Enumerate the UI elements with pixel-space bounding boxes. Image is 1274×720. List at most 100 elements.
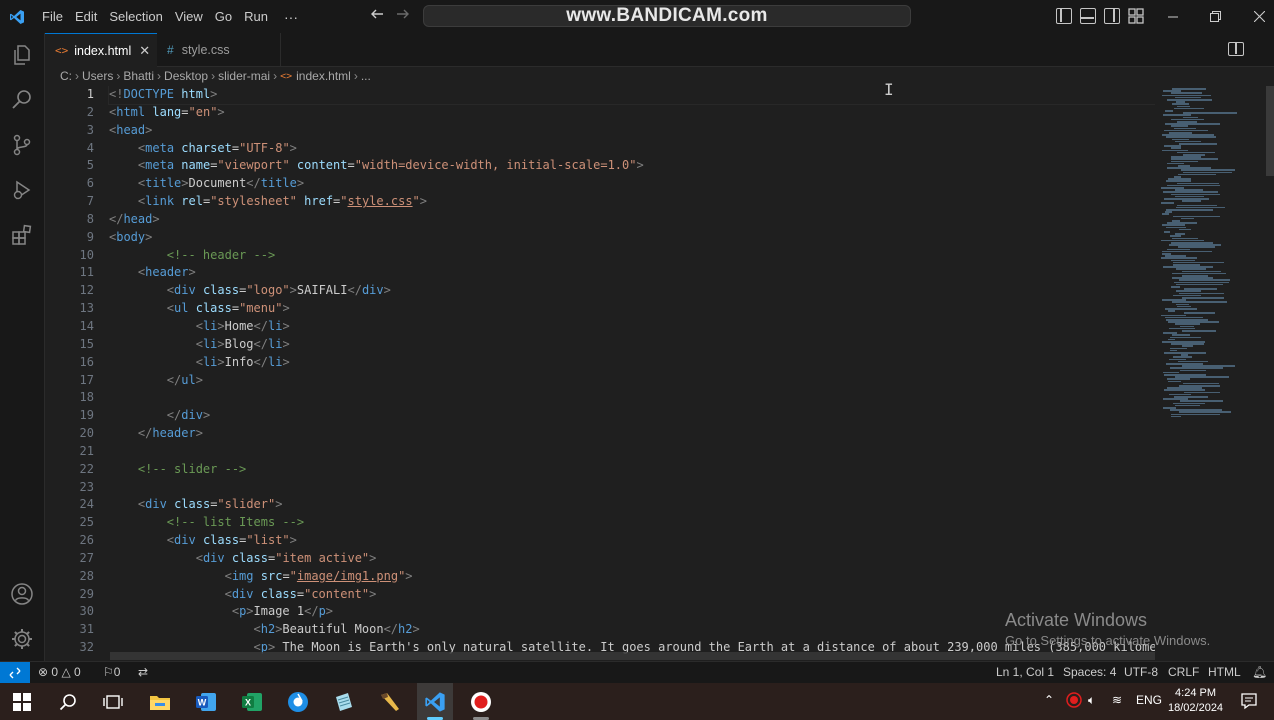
code-line[interactable]: <div class="list"> — [109, 532, 1155, 550]
settings-gear-icon[interactable] — [10, 627, 34, 651]
code-line[interactable] — [109, 389, 1155, 407]
tab-style-css[interactable]: # style.css — [157, 33, 281, 67]
code-line[interactable]: <li>Blog</li> — [109, 336, 1155, 354]
breadcrumb-item[interactable]: C: — [60, 69, 72, 83]
remote-indicator-icon[interactable] — [0, 662, 30, 684]
code-content[interactable]: <!DOCTYPE html> <html lang="en"> <head> … — [108, 86, 1155, 657]
vscode-taskbar-icon[interactable] — [423, 690, 447, 714]
menu-go[interactable]: Go — [209, 0, 238, 33]
code-line[interactable]: <meta charset="UTF-8"> — [109, 140, 1155, 158]
breadcrumb-item[interactable]: Desktop — [164, 69, 208, 83]
code-line[interactable]: <div class="item active"> — [109, 550, 1155, 568]
minimize-icon[interactable] — [1150, 0, 1196, 33]
code-line[interactable]: </header> — [109, 425, 1155, 443]
code-line[interactable]: </div> — [109, 407, 1155, 425]
code-editor[interactable]: 1 2 3 4 5 6 7 8 9 10 11 12 13 14 15 16 17 18 19 20 21 22 23 24 2… — [45, 86, 1155, 661]
code-line[interactable]: <p>Image 1</p> — [109, 603, 1155, 621]
arrow-right-icon[interactable] — [396, 7, 410, 26]
wifi-icon[interactable]: ≋ — [1112, 693, 1122, 707]
source-control-icon[interactable] — [10, 133, 34, 157]
code-line[interactable]: <!-- header --> — [109, 247, 1155, 265]
live-share-icon[interactable]: ⇄ — [138, 665, 148, 679]
language-indicator[interactable]: ENG — [1136, 693, 1162, 707]
code-line[interactable]: <head> — [109, 122, 1155, 140]
code-line[interactable]: <body> — [109, 229, 1155, 247]
menu-file[interactable]: File — [36, 0, 69, 33]
menu-run[interactable]: Run — [238, 0, 274, 33]
code-line[interactable]: <!-- slider --> — [109, 461, 1155, 479]
word-icon[interactable]: W — [194, 690, 218, 714]
toggle-panel-icon[interactable] — [1080, 8, 1096, 24]
code-line[interactable]: <div class="content"> — [109, 586, 1155, 604]
code-line[interactable]: <title>Document</title> — [109, 175, 1155, 193]
breadcrumb-item[interactable]: Users — [82, 69, 113, 83]
code-line[interactable]: <!DOCTYPE html> — [108, 86, 1155, 105]
ports-status[interactable]: ⚐0 — [103, 665, 120, 679]
code-line[interactable]: <link rel="stylesheet" href="style.css"> — [109, 193, 1155, 211]
account-icon[interactable] — [10, 582, 34, 606]
code-line[interactable]: <ul class="menu"> — [109, 300, 1155, 318]
search-icon[interactable] — [56, 690, 80, 714]
task-view-icon[interactable] — [101, 690, 125, 714]
menu-selection[interactable]: Selection — [103, 0, 168, 33]
menu-more-button[interactable]: ··· — [274, 9, 308, 25]
speaker-muted-icon[interactable]: 🔈︎ — [1088, 693, 1095, 708]
notifications-bell-icon[interactable]: 🔔︎ — [1252, 665, 1267, 679]
run-debug-icon[interactable] — [10, 178, 34, 202]
cursor-position[interactable]: Ln 1, Col 1 — [996, 665, 1054, 679]
indentation-status[interactable]: Spaces: 4 — [1063, 665, 1116, 679]
customize-layout-icon[interactable] — [1128, 8, 1144, 24]
horizontal-scrollbar[interactable] — [110, 652, 1155, 660]
breadcrumb-item[interactable]: ... — [361, 69, 371, 83]
file-explorer-icon[interactable] — [148, 690, 172, 714]
restore-icon[interactable] — [1192, 0, 1238, 33]
code-line[interactable] — [109, 443, 1155, 461]
code-line[interactable]: <div class="slider"> — [109, 496, 1155, 514]
explorer-icon[interactable] — [10, 43, 34, 67]
code-line[interactable]: <meta name="viewport" content="width=dev… — [109, 157, 1155, 175]
language-mode[interactable]: HTML — [1208, 665, 1241, 679]
code-line[interactable]: <header> — [109, 264, 1155, 282]
bandicam-record-icon[interactable] — [469, 690, 493, 714]
breadcrumb-item[interactable]: index.html — [296, 69, 351, 83]
minimap[interactable] — [1155, 86, 1260, 661]
toggle-secondary-sidebar-icon[interactable] — [1104, 8, 1120, 24]
search-icon[interactable] — [10, 88, 34, 112]
code-line[interactable]: <li>Info</li> — [109, 354, 1155, 372]
breadcrumb-item[interactable]: slider-mai — [218, 69, 270, 83]
menu-view[interactable]: View — [169, 0, 209, 33]
code-line[interactable]: <li>Home</li> — [109, 318, 1155, 336]
extensions-icon[interactable] — [10, 223, 34, 247]
code-line[interactable]: </head> — [109, 211, 1155, 229]
tab-index-html[interactable]: <> index.html ✕ — [45, 33, 157, 67]
problems-status[interactable]: ⊗ 0 △ 0 — [38, 665, 81, 679]
code-line[interactable] — [109, 479, 1155, 497]
breadcrumb-item[interactable]: Bhatti — [123, 69, 154, 83]
code-line[interactable]: <!-- list Items --> — [109, 514, 1155, 532]
notification-center-icon[interactable] — [1240, 692, 1258, 713]
show-hidden-icons-chevron-up-icon[interactable]: ⌃ — [1044, 693, 1054, 707]
activate-windows-watermark: Activate Windows Go to Settings to activ… — [1005, 610, 1210, 648]
notepad-icon[interactable] — [332, 690, 356, 714]
windows-start-icon[interactable] — [10, 690, 34, 714]
code-line[interactable]: <div class="logo">SAIFALI</div> — [109, 282, 1155, 300]
taskbar-clock[interactable]: 4:24 PM 18/02/2024 — [1168, 686, 1223, 716]
arrow-left-icon[interactable] — [370, 7, 384, 26]
encoding-status[interactable]: UTF-8 — [1124, 665, 1158, 679]
split-editor-icon[interactable] — [1228, 42, 1244, 56]
close-icon[interactable]: ✕ — [139, 43, 150, 59]
eol-status[interactable]: CRLF — [1168, 665, 1199, 679]
record-tray-icon[interactable] — [1066, 692, 1082, 711]
vertical-scrollbar[interactable] — [1266, 86, 1274, 176]
menu-edit[interactable]: Edit — [69, 0, 103, 33]
code-line[interactable]: <img src="image/img1.png"> — [109, 568, 1155, 586]
toggle-primary-sidebar-icon[interactable] — [1056, 8, 1072, 24]
code-line[interactable]: <html lang="en"> — [109, 104, 1155, 122]
paint-brush-icon[interactable] — [378, 690, 402, 714]
excel-icon[interactable]: X — [240, 690, 264, 714]
close-window-icon[interactable] — [1236, 0, 1274, 33]
chrome-icon[interactable] — [286, 690, 310, 714]
code-line[interactable]: <h2>Beautiful Moon</h2> — [109, 621, 1155, 639]
code-line[interactable]: </ul> — [109, 372, 1155, 390]
command-center-search[interactable]: www.BANDICAM.com — [423, 5, 911, 27]
